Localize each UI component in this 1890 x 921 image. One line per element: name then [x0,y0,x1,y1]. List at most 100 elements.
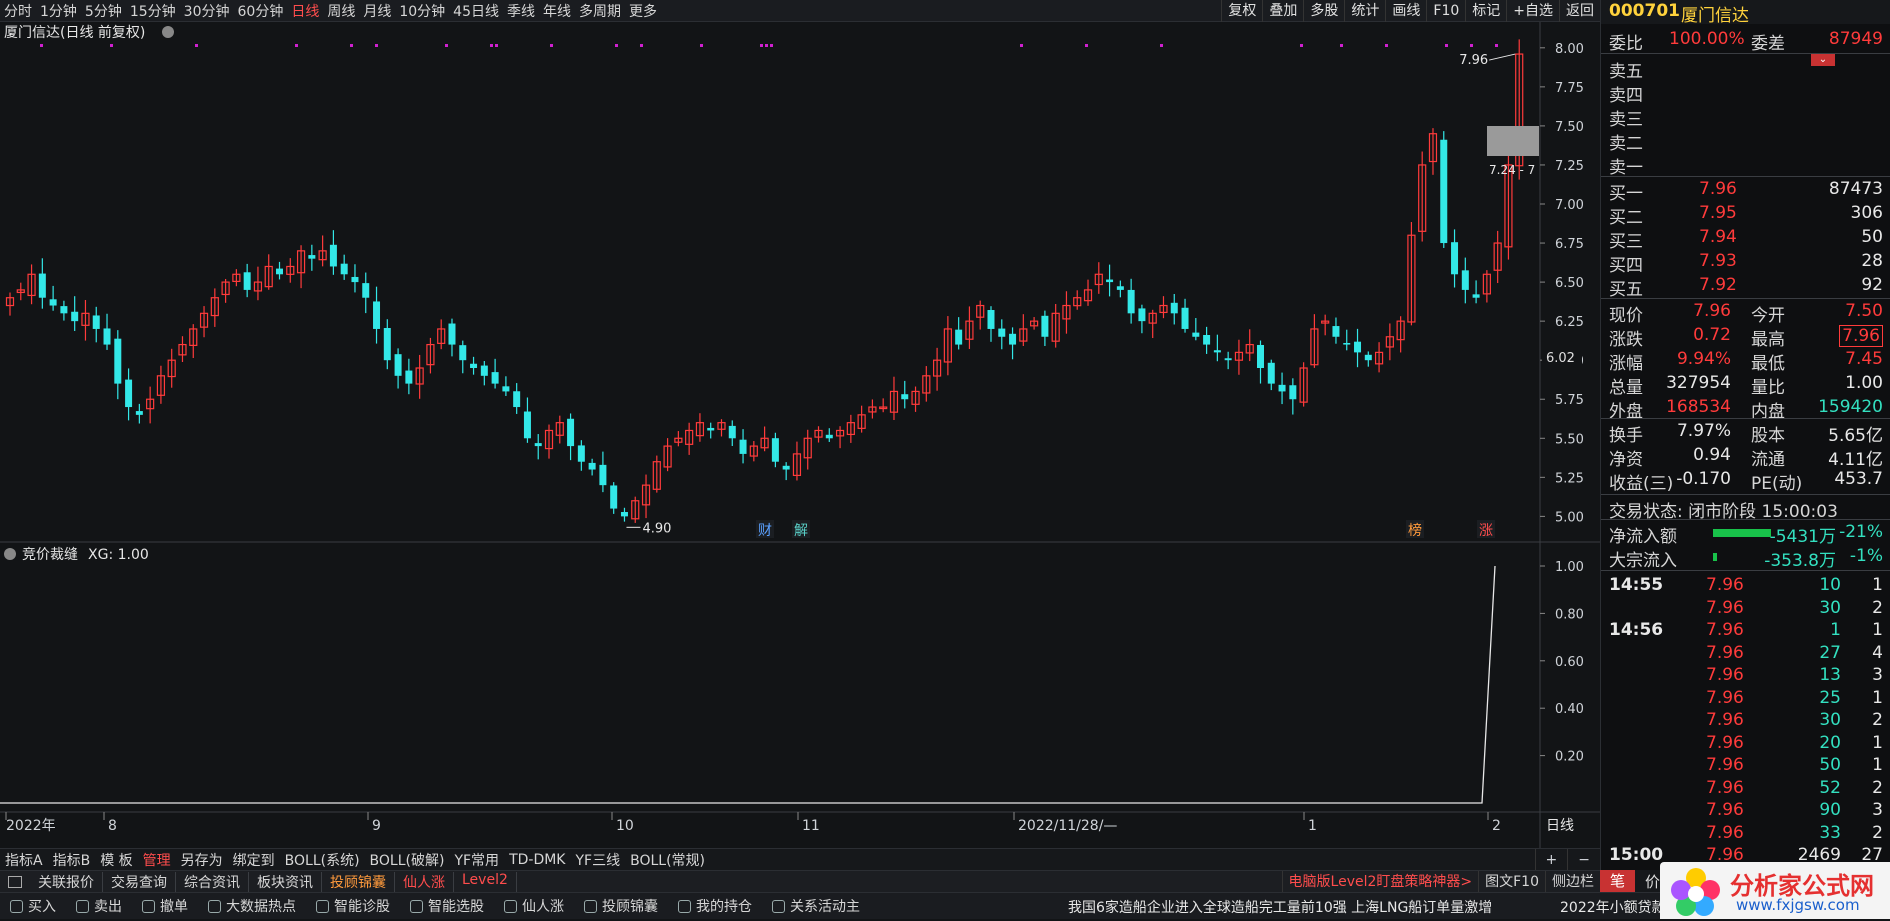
function-tab-2[interactable]: 综合资讯 [176,871,249,892]
action-2[interactable]: 撤单 [132,896,198,916]
tick-count: 3 [1872,665,1883,685]
signal-dot [1445,44,1448,47]
period-tab-6[interactable]: 日线 [287,1,323,21]
price-axis-label: 6.75 [1555,237,1584,252]
tick-row: 14:56 7.96 1 1 [1601,619,1890,643]
signal-dot [1160,44,1163,47]
function-tab-1[interactable]: 交易查询 [103,871,176,892]
indicator-tab-1[interactable]: 指标B [48,850,96,870]
action-9[interactable]: 关系活动主 [762,896,870,916]
signal-dot [770,44,773,47]
period-tab-9[interactable]: 10分钟 [395,1,449,21]
indicator-tab-3[interactable]: 管理 [138,850,176,870]
top-tool-6[interactable]: 标记 [1465,0,1506,22]
tick-tab-bi[interactable]: 笔 [1600,870,1636,892]
stat-label: 涨跌 [1609,330,1643,350]
top-tool-3[interactable]: 统计 [1344,0,1385,22]
period-tab-14[interactable]: 更多 [625,1,661,21]
top-tool-4[interactable]: 画线 [1385,0,1426,22]
indicator-tab-5[interactable]: 绑定到 [228,850,280,870]
indicator-tab-7[interactable]: BOLL(破解) [365,850,450,870]
indicator-tab-0[interactable]: 指标A [0,850,48,870]
period-tab-8[interactable]: 月线 [359,1,395,21]
signal-dot [40,44,43,47]
chart-area[interactable]: 厦门信达(日线 前复权) 8.00 7.75 7.50 7.25 7.00 6.75 6.50… [0,22,1600,848]
period-tab-3[interactable]: 15分钟 [126,1,180,21]
date-axis-label: 9 [372,818,381,834]
indicator-tab-2[interactable]: 模 板 [95,850,137,870]
function-right-0[interactable]: 电脑版Level2盯盘策略神器> [1281,871,1479,893]
sub-settings-icon[interactable] [4,548,16,560]
event-marker[interactable]: 榜 [1406,520,1424,539]
signal-dot [765,44,768,47]
event-marker[interactable]: 财 [756,520,774,539]
period-tab-10[interactable]: 45日线 [449,1,503,21]
event-marker[interactable]: 涨 [1477,520,1495,539]
function-tab-5[interactable]: 仙人涨 [395,871,454,892]
indicator-tab-9[interactable]: TD-DMK [504,852,570,868]
action-7[interactable]: 投顾锦囊 [574,896,668,916]
indicator-tab-10[interactable]: YF三线 [571,850,626,870]
period-tab-0[interactable]: 分时 [0,1,36,21]
action-0[interactable]: 买入 [0,896,66,916]
function-tab-4[interactable]: 投顾锦囊 [322,871,395,892]
indicator-tab-4[interactable]: 另存为 [176,850,228,870]
buy-label: 买一 [1609,184,1643,204]
toolbar-grid-icon[interactable] [8,875,22,888]
function-right-1[interactable]: 图文F10 [1478,871,1545,893]
stat-value: 5.65亿 [1828,426,1883,446]
period-tab-1[interactable]: 1分钟 [36,1,81,21]
stat-label: PE(动) [1751,474,1803,494]
function-tab-6[interactable]: Level2 [454,871,517,892]
top-tool-1[interactable]: 叠加 [1262,0,1303,22]
sub-chart-minus-button[interactable]: − [1567,849,1600,871]
tick-count: 2 [1872,597,1883,618]
tick-count: 1 [1872,755,1883,775]
top-tool-0[interactable]: 复权 [1221,0,1262,22]
top-tool-5[interactable]: F10 [1426,0,1465,22]
period-tab-11[interactable]: 季线 [503,1,539,21]
buy-price: 7.96 [1699,179,1737,199]
period-tab-7[interactable]: 周线 [323,1,359,21]
stat-label: 股本 [1751,426,1785,446]
buy-price: 7.95 [1699,203,1737,223]
indicator-tab-11[interactable]: BOLL(常规) [625,850,710,870]
event-marker[interactable]: 解 [792,520,810,539]
action-label: 投顾锦囊 [602,899,658,915]
action-4[interactable]: 智能诊股 [306,896,400,916]
period-tab-5[interactable]: 60分钟 [234,1,288,21]
action-icon [584,899,597,913]
top-tool-8[interactable]: 返回 [1559,0,1600,22]
indicator-tab-6[interactable]: BOLL(系统) [280,850,365,870]
function-tab-3[interactable]: 板块资讯 [249,871,322,892]
function-tab-0[interactable]: 关联报价 [30,871,103,892]
period-tab-12[interactable]: 年线 [539,1,575,21]
bottom-action-bar: 买入 卖出 撤单 大数据热点 智能诊股 智能选股 仙人涨 投顾锦囊 我的持仓 关系活动主 我国6家… [0,892,1890,919]
kline-chart-svg[interactable]: 厦门信达(日线 前复权) 8.00 7.75 7.50 7.25 7.00 6.75 6.50… [0,22,1600,848]
stat-value: 453.7 [1834,469,1883,489]
signal-dot [195,44,198,47]
period-tab-4[interactable]: 30分钟 [180,1,234,21]
top-tool-7[interactable]: +自选 [1506,0,1559,22]
date-axis-label: 11 [802,818,820,834]
sub-chart-plus-button[interactable]: + [1534,849,1568,871]
period-tab-2[interactable]: 5分钟 [81,1,126,21]
price-axis-label: 7.00 [1555,198,1584,213]
signal-dot [1495,44,1498,47]
period-tab-13[interactable]: 多周期 [575,1,625,21]
price-axis-label: 5.00 [1555,510,1584,525]
action-1[interactable]: 卖出 [66,896,132,916]
flow-bar [1713,529,1771,537]
buy-label: 买二 [1609,208,1643,228]
indicator-tab-8[interactable]: YF常用 [449,850,504,870]
settings-icon[interactable] [162,26,174,38]
action-6[interactable]: 仙人涨 [494,896,574,916]
svg-text:涨: 涨 [1479,523,1493,539]
action-5[interactable]: 智能选股 [400,896,494,916]
action-3[interactable]: 大数据热点 [198,896,306,916]
action-8[interactable]: 我的持仓 [668,896,762,916]
function-right-2[interactable]: 侧边栏 [1545,871,1600,893]
news-ticker[interactable]: 我国6家造船企业进入全球造船完工量前10强 上海LNG船订单量激增 [1068,897,1492,917]
top-tool-2[interactable]: 多股 [1303,0,1344,22]
sub-axis-label: 0.60 [1555,655,1584,670]
